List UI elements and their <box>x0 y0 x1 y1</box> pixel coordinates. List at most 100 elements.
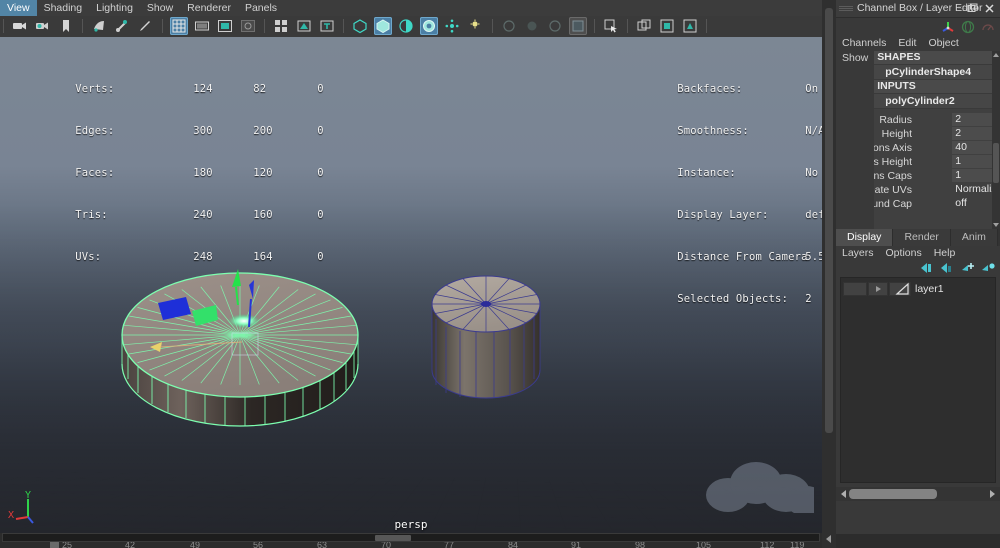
le-menu-help[interactable]: Help <box>928 246 962 261</box>
panel-vertical-scrollbar[interactable] <box>822 0 837 548</box>
depth-of-field-icon[interactable] <box>568 17 587 35</box>
time-slider-current-frame[interactable] <box>375 535 411 541</box>
film-back-icon[interactable] <box>295 17 313 35</box>
layer-playback-toggle[interactable] <box>868 282 888 296</box>
new-layer-from-selected-icon[interactable] <box>980 261 996 275</box>
exposure-icon[interactable] <box>272 17 290 35</box>
grease-pencil-icon[interactable] <box>136 17 154 35</box>
cb-attr-subdivisions-caps[interactable]: Subdivisions Caps 1 <box>874 169 1000 183</box>
xray-active-icon[interactable] <box>681 17 699 35</box>
scroll-down-arrow-icon[interactable] <box>824 534 834 544</box>
tab-display[interactable]: Display <box>836 229 894 246</box>
layer-row[interactable]: layer1 <box>843 282 993 297</box>
tab-anim[interactable]: Anim <box>950 229 998 246</box>
film-gate-icon[interactable] <box>193 17 211 35</box>
menu-show[interactable]: Show <box>140 0 180 16</box>
menu-shading[interactable]: Shading <box>37 0 90 16</box>
hud-row-verts: Verts: 124 82 0 <box>10 62 357 95</box>
scroll-up-arrow-icon[interactable] <box>992 51 1000 59</box>
time-slider[interactable] <box>2 533 820 542</box>
cb-attr-value[interactable]: 1 <box>952 155 992 168</box>
isolate-select-icon[interactable] <box>602 17 620 35</box>
move-layer-up-icon[interactable] <box>918 261 934 275</box>
hud-value: N/A <box>805 125 822 137</box>
grid-icon[interactable] <box>169 17 188 35</box>
layer-color-swatch-icon[interactable] <box>895 282 912 296</box>
cb-attr-value[interactable]: off <box>952 197 992 210</box>
time-slider-ticks: 25 42 49 56 63 70 77 84 91 98 105 112 11… <box>0 542 822 548</box>
cb-attr-value[interactable]: 2 <box>952 127 992 140</box>
cb-attr-create-uvs[interactable]: Create UVs Normalize... <box>874 183 1000 197</box>
scroll-down-arrow-icon[interactable] <box>992 221 1000 229</box>
cb-attr-height[interactable]: Height 2 <box>874 127 1000 141</box>
cb-menu-edit[interactable]: Edit <box>892 36 922 51</box>
hud-value: 5.532 <box>805 251 822 263</box>
cb-attr-round-cap[interactable]: Round Cap off <box>874 197 1000 211</box>
le-menu-options[interactable]: Options <box>880 246 928 261</box>
tick-label: 98 <box>635 542 646 548</box>
cb-node-input[interactable]: polyCylinder2 <box>874 94 1000 109</box>
hud-value-extra: 0 <box>317 209 324 221</box>
cb-menu-object[interactable]: Object <box>922 36 964 51</box>
channel-box-scroll-thumb[interactable] <box>993 143 999 183</box>
layer-visibility-toggle[interactable] <box>843 282 867 296</box>
menu-renderer[interactable]: Renderer <box>180 0 238 16</box>
cb-attr-value[interactable]: 2 <box>952 113 992 126</box>
image-plane-icon[interactable] <box>90 17 108 35</box>
channel-box-scrollbar[interactable] <box>992 51 1000 229</box>
multisample-icon[interactable] <box>546 17 564 35</box>
hud-label: Selected Objects: <box>677 293 789 305</box>
panel-grip-icon[interactable] <box>839 6 853 11</box>
shadows-icon[interactable] <box>466 17 484 35</box>
cb-attr-name: Round Cap <box>874 198 912 210</box>
layer-editor-tabs: Display Render Anim <box>836 229 1000 246</box>
tab-render[interactable]: Render <box>893 229 951 246</box>
cb-attr-value[interactable]: 1 <box>952 169 992 182</box>
cb-attr-value[interactable]: 40 <box>952 141 992 154</box>
le-menu-layers[interactable]: Layers <box>836 246 880 261</box>
hud-value-extra: 0 <box>317 251 324 263</box>
hud-label: Smoothness: <box>677 125 749 137</box>
undock-button[interactable] <box>966 2 979 15</box>
channel-box-body[interactable]: SHAPES pCylinderShape4 INPUTS polyCylind… <box>874 51 1000 229</box>
menu-view[interactable]: View <box>0 0 37 16</box>
flat-shading-icon[interactable] <box>397 17 415 35</box>
smooth-shading-icon[interactable] <box>374 17 393 35</box>
menu-panels[interactable]: Panels <box>238 0 284 16</box>
cb-attr-subdivisions-axis[interactable]: Subdivisions Axis 40 <box>874 141 1000 155</box>
camera-icon[interactable] <box>11 17 29 35</box>
shaded-textured-icon[interactable] <box>420 17 439 35</box>
layer-list-horizontal-scrollbar[interactable] <box>836 487 1000 501</box>
panel-scroll-thumb[interactable] <box>825 8 833 433</box>
safe-title-icon[interactable] <box>318 17 336 35</box>
move-layer-down-icon[interactable] <box>938 261 954 275</box>
xray-joints-icon[interactable] <box>658 17 676 35</box>
cb-menu-show[interactable]: Show <box>836 51 874 66</box>
cb-attr-value[interactable]: Normalize... <box>952 183 992 196</box>
camera-attributes-icon[interactable] <box>34 17 52 35</box>
two-d-pan-zoom-icon[interactable] <box>113 17 131 35</box>
layer-list[interactable]: layer1 <box>840 277 996 483</box>
wireframe-shading-icon[interactable] <box>351 17 369 35</box>
resolution-gate-icon[interactable] <box>216 17 234 35</box>
menu-lighting[interactable]: Lighting <box>89 0 140 16</box>
layer-name[interactable]: layer1 <box>915 282 944 296</box>
svg-text:Y: Y <box>25 490 31 501</box>
use-all-lights-icon[interactable] <box>443 17 461 35</box>
scroll-right-arrow-icon[interactable] <box>987 489 998 499</box>
cb-node-shape[interactable]: pCylinderShape4 <box>874 65 1000 80</box>
cb-attr-radius[interactable]: Radius 2 <box>874 113 1000 127</box>
screen-space-ao-icon[interactable] <box>500 17 518 35</box>
gate-mask-icon[interactable] <box>239 17 257 35</box>
xray-icon[interactable] <box>635 17 653 35</box>
perspective-viewport[interactable]: Verts: 124 82 0 Edges: 300 200 0 Faces: 180 120 0… <box>0 37 822 533</box>
motion-blur-icon[interactable] <box>523 17 541 35</box>
cb-menu-channels[interactable]: Channels <box>836 36 892 51</box>
close-button[interactable] <box>983 2 996 15</box>
scroll-left-arrow-icon[interactable] <box>838 489 849 499</box>
bookmark-icon[interactable] <box>57 17 75 35</box>
new-empty-layer-icon[interactable] <box>960 261 976 275</box>
cb-attr-subdivisions-height[interactable]: Subdivisions Height 1 <box>874 155 1000 169</box>
channel-box-menu-bar: Channels Edit Object Show <box>836 36 1000 64</box>
layer-list-scroll-thumb[interactable] <box>849 489 937 499</box>
